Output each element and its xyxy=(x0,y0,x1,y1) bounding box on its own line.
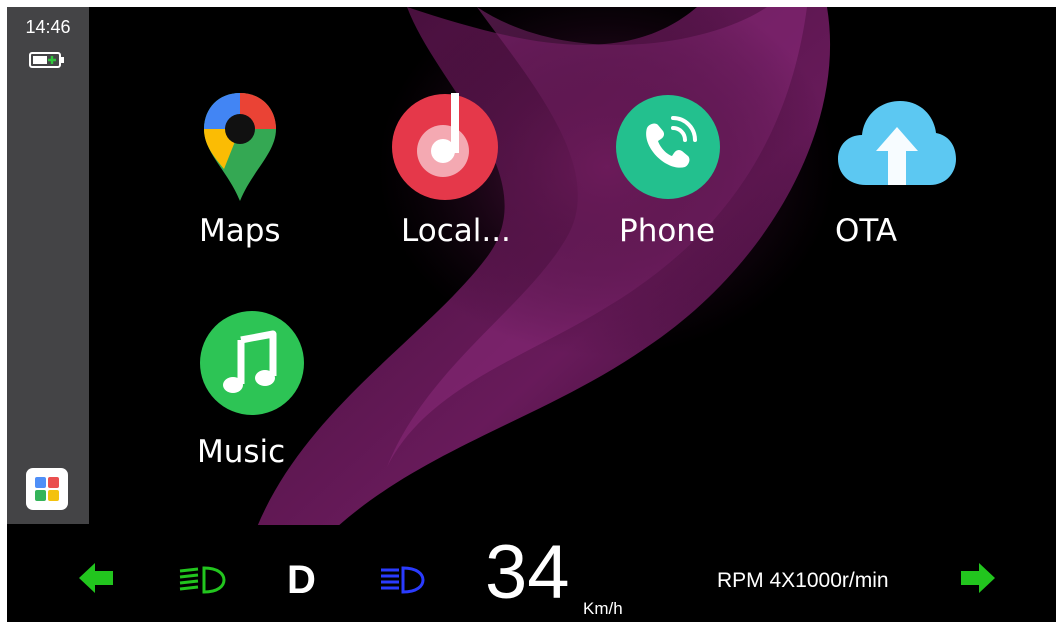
cloud-upload-icon xyxy=(838,101,956,185)
app-label: Music xyxy=(197,434,286,470)
gear-indicator: D xyxy=(287,558,316,602)
clock: 14:46 xyxy=(25,17,71,37)
phone-icon xyxy=(616,95,720,199)
right-turn-signal-icon xyxy=(961,563,995,593)
app-label: Local... xyxy=(401,213,511,249)
app-grid-icon xyxy=(35,477,59,501)
app-label: Phone xyxy=(619,213,716,249)
app-label: OTA xyxy=(835,213,898,249)
low-beam-icon xyxy=(179,566,226,594)
battery-charging-icon xyxy=(29,52,64,68)
left-turn-signal-icon xyxy=(79,563,113,593)
infotainment-screen: 14:46 Maps Local... Phone OTA Music D 34… xyxy=(7,7,1056,622)
rpm-readout: RPM 4X1000r/min xyxy=(717,569,889,592)
maps-pin-icon xyxy=(204,93,276,201)
music-note-icon xyxy=(200,311,304,415)
app-grid-button[interactable] xyxy=(26,468,68,510)
speed-unit: Km/h xyxy=(583,599,623,618)
local-music-icon xyxy=(392,93,498,200)
sidebar: 14:46 xyxy=(7,7,89,524)
wallpaper xyxy=(7,7,1056,527)
speed-value: 34 xyxy=(485,530,570,615)
high-beam-icon xyxy=(381,566,425,594)
app-label: Maps xyxy=(199,213,281,249)
instrument-bar: D 34 Km/h RPM 4X1000r/min xyxy=(7,525,1056,622)
